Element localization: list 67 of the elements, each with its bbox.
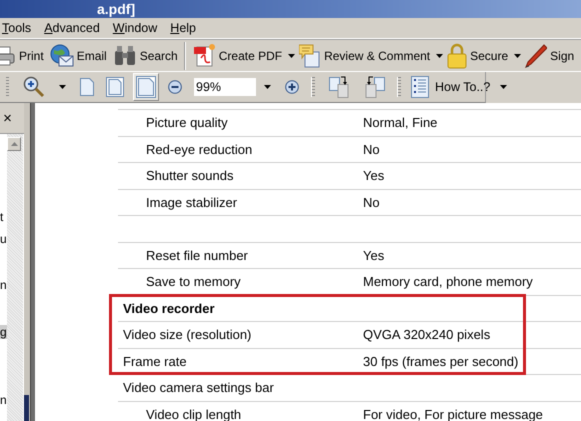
spec-value: Memory card, phone memory [363, 274, 533, 290]
window-title: a.pdf] [97, 1, 136, 17]
pen-icon [525, 44, 548, 68]
pdf-document-icon [194, 44, 216, 68]
spec-value: Yes [363, 168, 384, 184]
spec-label: Frame rate [122, 354, 188, 369]
toolbar-button[interactable] [165, 77, 185, 97]
spec-label: Reset file number [145, 248, 249, 263]
up-arrow-icon [10, 142, 18, 146]
caret-icon [288, 54, 296, 58]
scroll-up-button[interactable] [7, 137, 21, 151]
caret-icon [264, 85, 271, 89]
menu-item[interactable]: Window [110, 21, 160, 35]
magnifier-icon [23, 76, 45, 98]
numbered-list-icon [411, 76, 429, 98]
bookmark-item[interactable]: g [0, 325, 7, 339]
close-button[interactable]: × [0, 110, 14, 126]
page-icon [136, 76, 156, 98]
note-document-icon [299, 44, 322, 68]
bookmark-item[interactable]: n [0, 393, 7, 407]
spec-value: QVGA 320x240 pixels [363, 327, 490, 342]
rotate-page-icon [329, 76, 351, 98]
zoom-field[interactable]: 99% [194, 78, 256, 96]
spec-value: 30 fps (frames per second) [363, 354, 518, 369]
spec-value: No [363, 194, 380, 210]
splitter-bar[interactable] [24, 103, 35, 421]
menu-item[interactable]: Advanced [42, 21, 102, 35]
toolbar-button[interactable]: Email [48, 44, 109, 68]
spec-value: Yes [363, 248, 384, 263]
bookmark-item[interactable]: t [0, 210, 4, 224]
caret-icon [500, 85, 508, 89]
bookmark-item[interactable]: n [0, 278, 7, 292]
spec-value: Normal, Fine [363, 115, 438, 130]
spec-value: No [363, 142, 380, 157]
caret-icon [436, 54, 444, 58]
caret-icon [514, 54, 522, 58]
toolbar-button[interactable]: Print [0, 44, 46, 66]
page-icon [80, 78, 94, 96]
menu-item[interactable]: Help [168, 21, 198, 35]
caret-icon [59, 85, 66, 89]
rotate-page-icon [363, 76, 385, 98]
section-heading: Video recorder [122, 300, 216, 316]
page-icon [106, 77, 124, 97]
menu-item[interactable]: Tools [0, 21, 34, 35]
spec-label: Image stabilizer [145, 194, 238, 210]
toolbar-button[interactable] [103, 74, 127, 100]
toolbar-button[interactable] [282, 77, 302, 97]
zoom-in-icon [285, 80, 299, 94]
printer-icon [0, 44, 16, 66]
toolbar-button[interactable]: Review & Comment [297, 44, 432, 68]
toolbar-button[interactable]: Sign [523, 44, 576, 68]
bookmark-item[interactable]: u [0, 232, 7, 246]
spec-label: Shutter sounds [145, 168, 234, 184]
spec-label: Picture quality [145, 115, 229, 130]
spec-label: Video size (resolution) [122, 327, 252, 342]
spec-label: Red-eye reduction [145, 142, 254, 157]
globe-envelope-icon [50, 44, 74, 68]
zoom-out-icon [168, 80, 182, 94]
padlock-icon [447, 42, 468, 68]
toolbar-button[interactable]: How To..? [409, 76, 492, 98]
toolbar-button[interactable] [133, 73, 159, 101]
binoculars-icon [112, 44, 137, 66]
toolbar-button[interactable]: Search [110, 44, 180, 66]
spec-label: Video camera settings bar [122, 380, 275, 396]
toolbar-button[interactable]: Secure [445, 42, 510, 68]
toolbar-button[interactable]: Create PDF [192, 44, 284, 68]
spec-label: Save to memory [145, 274, 242, 290]
